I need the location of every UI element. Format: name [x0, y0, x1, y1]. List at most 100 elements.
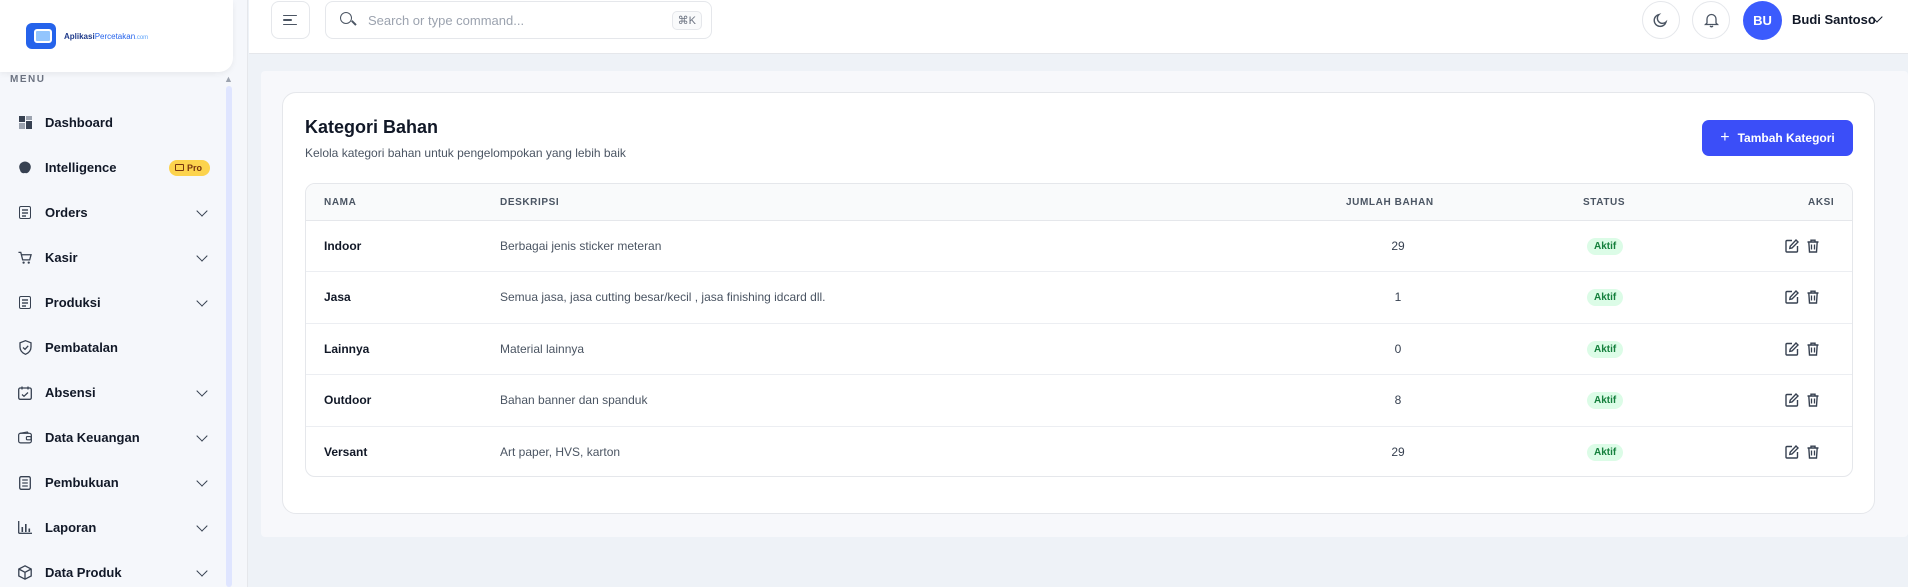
chevron-down-icon [196, 564, 208, 577]
sidebar-item-label: Data Produk [45, 565, 122, 580]
search-input[interactable] [368, 12, 648, 28]
column-header-description[interactable]: DESKRIPSI [500, 197, 559, 208]
sidebar-item-intelligence[interactable]: Intelligence Pro [0, 145, 222, 190]
delete-icon[interactable] [1805, 238, 1821, 254]
sidebar-item-kasir[interactable]: Kasir [0, 235, 222, 280]
search-icon [340, 12, 357, 28]
scroll-up-icon[interactable]: ▲ [224, 74, 233, 84]
plus-icon: + [1720, 129, 1730, 146]
edit-icon[interactable] [1784, 238, 1800, 254]
moon-icon [1653, 13, 1668, 28]
table-row[interactable]: Indoor Berbagai jenis sticker meteran 29… [306, 221, 1852, 273]
category-name: Jasa [324, 290, 351, 305]
delete-icon[interactable] [1805, 341, 1821, 357]
menu-section-label: MENU [10, 74, 46, 85]
sidebar-item-label: Produksi [45, 295, 101, 310]
column-header-name[interactable]: NAMA [324, 197, 356, 208]
add-category-button[interactable]: + Tambah Kategori [1702, 120, 1853, 156]
page-subtitle: Kelola kategori bahan untuk pengelompoka… [305, 146, 626, 160]
edit-icon[interactable] [1784, 289, 1800, 305]
theme-toggle-button[interactable] [1642, 1, 1680, 39]
sidebar-item-label: Pembatalan [45, 340, 118, 355]
menu-icon [283, 14, 297, 17]
material-count: 1 [1394, 290, 1402, 305]
edit-icon[interactable] [1784, 341, 1800, 357]
table-header: NAMA DESKRIPSI JUMLAH BAHAN STATUS AKSI [306, 184, 1852, 221]
shortcut-hint: ⌘K [671, 11, 702, 30]
material-count: 8 [1394, 393, 1402, 408]
edit-icon[interactable] [1784, 444, 1800, 460]
shield-icon [18, 340, 32, 355]
status-badge: Aktif [1587, 340, 1624, 358]
sidebar-item-label: Laporan [45, 520, 97, 535]
box-icon [18, 565, 32, 580]
sidebar-item-label: Intelligence [45, 160, 117, 175]
category-description: Bahan banner dan spanduk [500, 393, 648, 408]
sidebar-item-data-produk[interactable]: Data Produk [0, 550, 222, 587]
material-count: 29 [1391, 239, 1405, 253]
sidebar-scrollbar[interactable] [226, 86, 232, 587]
status-badge: Aktif [1587, 238, 1624, 255]
user-name[interactable]: Budi Santoso [1792, 12, 1876, 27]
status-badge: Aktif [1587, 443, 1624, 461]
material-count: 0 [1394, 341, 1402, 356]
category-name: Lainnya [324, 341, 370, 356]
calendar-check-icon [18, 386, 32, 400]
sidebar-item-dashboard[interactable]: Dashboard [0, 100, 222, 145]
sidebar-item-pembatalan[interactable]: Pembatalan [0, 325, 222, 370]
notifications-button[interactable] [1692, 1, 1730, 39]
delete-icon[interactable] [1805, 392, 1821, 408]
bar-chart-icon [18, 521, 32, 535]
avatar[interactable]: BU [1743, 1, 1782, 40]
category-name: Indoor [324, 239, 362, 253]
table-row[interactable]: Versant Art paper, HVS, karton 29 Aktif [306, 427, 1852, 476]
topbar: ⌘K BU Budi Santoso [249, 0, 1908, 54]
material-count: 29 [1391, 444, 1405, 459]
brand-name: AplikasiPercetakan.com [64, 31, 149, 41]
column-header-status[interactable]: STATUS [1583, 197, 1625, 208]
sidebar-item-label: Kasir [45, 250, 78, 265]
dashboard-icon [18, 116, 32, 130]
sidebar-nav: Dashboard Intelligence Pro Orders Kasir [0, 100, 222, 587]
column-header-count[interactable]: JUMLAH BAHAN [1346, 197, 1434, 208]
chevron-down-icon [196, 429, 208, 442]
chevron-down-icon [196, 249, 208, 262]
edit-icon[interactable] [1784, 392, 1800, 408]
sidebar-item-label: Pembukuan [45, 475, 119, 490]
category-name: Outdoor [324, 393, 372, 408]
production-icon [18, 296, 32, 310]
chevron-down-icon [196, 474, 208, 487]
table-row[interactable]: Jasa Semua jasa, jasa cutting besar/keci… [306, 272, 1852, 324]
category-description: Material lainnya [500, 341, 585, 356]
orders-icon [18, 206, 32, 220]
sidebar-item-orders[interactable]: Orders [0, 190, 222, 235]
chevron-down-icon [196, 204, 208, 217]
category-name: Versant [324, 444, 368, 459]
brand-logo[interactable]: AplikasiPercetakan.com [0, 0, 233, 72]
chevron-down-icon [196, 294, 208, 307]
sidebar-item-data-keuangan[interactable]: Data Keuangan [0, 415, 222, 460]
search-box[interactable]: ⌘K [325, 1, 712, 39]
category-description: Semua jasa, jasa cutting besar/kecil , j… [500, 290, 826, 305]
sidebar-item-label: Data Keuangan [45, 430, 140, 445]
sidebar-item-absensi[interactable]: Absensi [0, 370, 222, 415]
sidebar-item-laporan[interactable]: Laporan [0, 505, 222, 550]
sidebar-item-label: Dashboard [45, 115, 113, 130]
sidebar: AplikasiPercetakan.com MENU ▲ Dashboard … [0, 0, 248, 587]
printer-logo-icon [24, 21, 60, 51]
bell-icon [1703, 13, 1719, 28]
category-card: Kategori Bahan Kelola kategori bahan unt… [282, 92, 1875, 514]
status-badge: Aktif [1587, 392, 1624, 410]
category-table: NAMA DESKRIPSI JUMLAH BAHAN STATUS AKSI … [305, 183, 1853, 477]
status-badge: Aktif [1587, 289, 1624, 307]
sidebar-toggle-button[interactable] [271, 1, 310, 39]
category-description: Art paper, HVS, karton [500, 444, 621, 459]
sidebar-item-produksi[interactable]: Produksi [0, 280, 222, 325]
table-row[interactable]: Outdoor Bahan banner dan spanduk 8 Aktif [306, 375, 1852, 427]
table-row[interactable]: Lainnya Material lainnya 0 Aktif [306, 324, 1852, 376]
sidebar-item-pembukuan[interactable]: Pembukuan [0, 460, 222, 505]
delete-icon[interactable] [1805, 289, 1821, 305]
chevron-down-icon [196, 384, 208, 397]
delete-icon[interactable] [1805, 444, 1821, 460]
sidebar-item-label: Absensi [45, 385, 96, 400]
